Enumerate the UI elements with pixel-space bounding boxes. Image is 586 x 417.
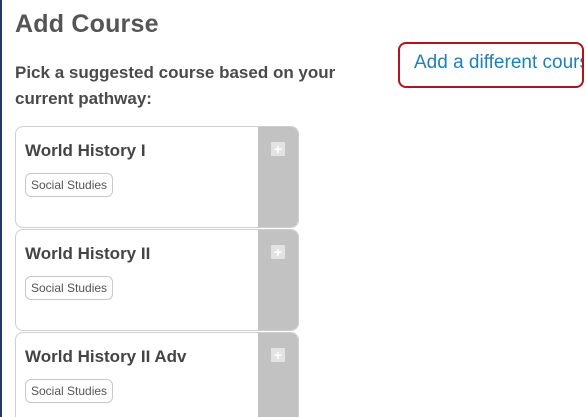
subject-tag: Social Studies <box>25 173 114 197</box>
course-card: World History II Adv Social Studies + <box>15 332 299 417</box>
add-course-button[interactable]: + <box>258 127 298 227</box>
course-card: World History I Social Studies + <box>15 126 299 228</box>
course-name: World History I <box>25 141 146 160</box>
course-name: World History II <box>25 244 151 263</box>
subject-tag: Social Studies <box>25 276 114 300</box>
plus-icon[interactable]: + <box>271 348 285 362</box>
add-course-button[interactable]: + <box>258 333 298 417</box>
course-name: World History II Adv <box>25 347 187 366</box>
pathway-instructions: Pick a suggested course based on your cu… <box>15 63 336 108</box>
add-course-panel: Add Course Pick a suggested course based… <box>2 0 586 417</box>
course-card: World History II Social Studies + <box>15 229 299 331</box>
plus-icon[interactable]: + <box>271 245 285 259</box>
subject-tag: Social Studies <box>25 379 114 403</box>
add-course-button[interactable]: + <box>258 230 298 330</box>
add-different-course-label[interactable]: Add a different course <box>414 52 582 74</box>
page-title: Add Course <box>15 10 159 38</box>
add-different-course-link[interactable]: Add a different course <box>398 42 584 88</box>
plus-icon[interactable]: + <box>271 142 285 156</box>
